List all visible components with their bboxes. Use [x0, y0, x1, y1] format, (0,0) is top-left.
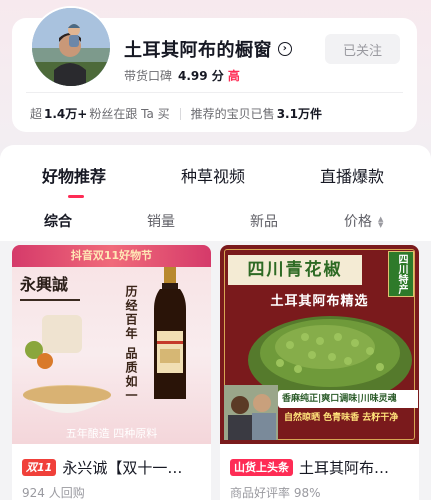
sort-arrows-icon: ▲ ▼	[378, 215, 384, 229]
rating-score: 4.99 分	[178, 69, 224, 83]
fans-count: 1.4万+	[44, 107, 88, 121]
product-title[interactable]: 永兴诚【双十一…	[62, 457, 182, 477]
product-card[interactable]: 四川青花椒 四川特产 土耳其阿布精选 香麻纯正|爽口调味|川味灵魂 自然晾晒 色…	[220, 245, 419, 500]
soy-sauce-bottle-icon	[23, 267, 186, 413]
repurchase-count: 924 人回购	[22, 486, 85, 500]
avatar[interactable]	[30, 6, 112, 88]
flavor-badge: 香麻纯正|爽口调味|川味灵魂	[278, 390, 418, 408]
rating-row: 带货口碑 4.99 分高	[124, 67, 240, 84]
shop-name[interactable]: 土耳其阿布的橱窗 ›	[124, 36, 292, 62]
tab-recommend[interactable]: 好物推荐	[42, 163, 106, 187]
shop-profile-card: 土耳其阿布的橱窗 › 已关注 带货口碑 4.99 分高 超 1.4万+ 粉丝在跟 …	[12, 6, 417, 132]
rating-label: 带货口碑	[124, 69, 173, 83]
sort-bar: 综合 销量 新品 价格 ▲ ▼	[0, 199, 431, 241]
shop-name-text: 土耳其阿布的橱窗	[124, 40, 272, 61]
products-panel: 好物推荐 种草视频 直播爆款 综合 销量 新品 价格 ▲ ▼ 抖音双11好物节 永興…	[0, 145, 431, 500]
tab-videos[interactable]: 种草视频	[181, 163, 245, 187]
follow-button[interactable]: 已关注	[325, 34, 400, 64]
active-tab-indicator	[68, 195, 84, 198]
divider	[26, 92, 403, 93]
product-image-footer: 自然晾晒 色青味香 去籽干净	[284, 413, 399, 423]
positive-rating: 商品好评率 98%	[230, 486, 321, 500]
tab-live-hits[interactable]: 直播爆款	[320, 163, 384, 187]
product-title[interactable]: 土耳其阿布…	[299, 457, 389, 477]
sort-new[interactable]: 新品	[250, 211, 278, 231]
double-11-badge: 双11	[22, 458, 57, 476]
mountain-goods-badge: 山货上头条	[230, 458, 293, 476]
sort-sales[interactable]: 销量	[147, 211, 175, 231]
product-image[interactable]: 抖音双11好物节 永興誠 历经百年 品质如一 五年酿造 四种原料	[12, 245, 211, 444]
product-image[interactable]: 四川青花椒 四川特产 土耳其阿布精选 香麻纯正|爽口调味|川味灵魂 自然晾晒 色…	[220, 245, 419, 444]
product-title-row: 山货上头条 土耳其阿布…	[230, 457, 415, 477]
content-tabs: 好物推荐 种草视频 直播爆款	[0, 145, 431, 199]
avatar-photo-icon	[32, 8, 110, 86]
stats-separator	[179, 107, 181, 120]
fans-suffix: 粉丝在跟 Ta 买	[89, 107, 170, 121]
fans-prefix: 超	[30, 107, 43, 121]
sold-count: 3.1万件	[276, 107, 322, 121]
sort-price-label: 价格	[344, 214, 372, 230]
product-title-row: 双11 永兴诚【双十一…	[22, 457, 207, 477]
brand-slogan: 历经百年 品质如一	[124, 285, 138, 404]
chevron-right-icon: ›	[278, 42, 292, 56]
sort-overall[interactable]: 综合	[44, 211, 72, 231]
shop-stats: 超 1.4万+ 粉丝在跟 Ta 买 推荐的宝贝已售 3.1万件	[30, 105, 324, 122]
sold-prefix: 推荐的宝贝已售	[190, 107, 275, 121]
sort-price[interactable]: 价格 ▲ ▼	[344, 211, 383, 231]
product-image-footer: 五年酿造 四种原料	[65, 427, 158, 440]
product-card[interactable]: 抖音双11好物节 永興誠 历经百年 品质如一 五年酿造 四种原料 双11 永兴诚…	[12, 245, 211, 500]
rating-level: 高	[227, 69, 240, 83]
